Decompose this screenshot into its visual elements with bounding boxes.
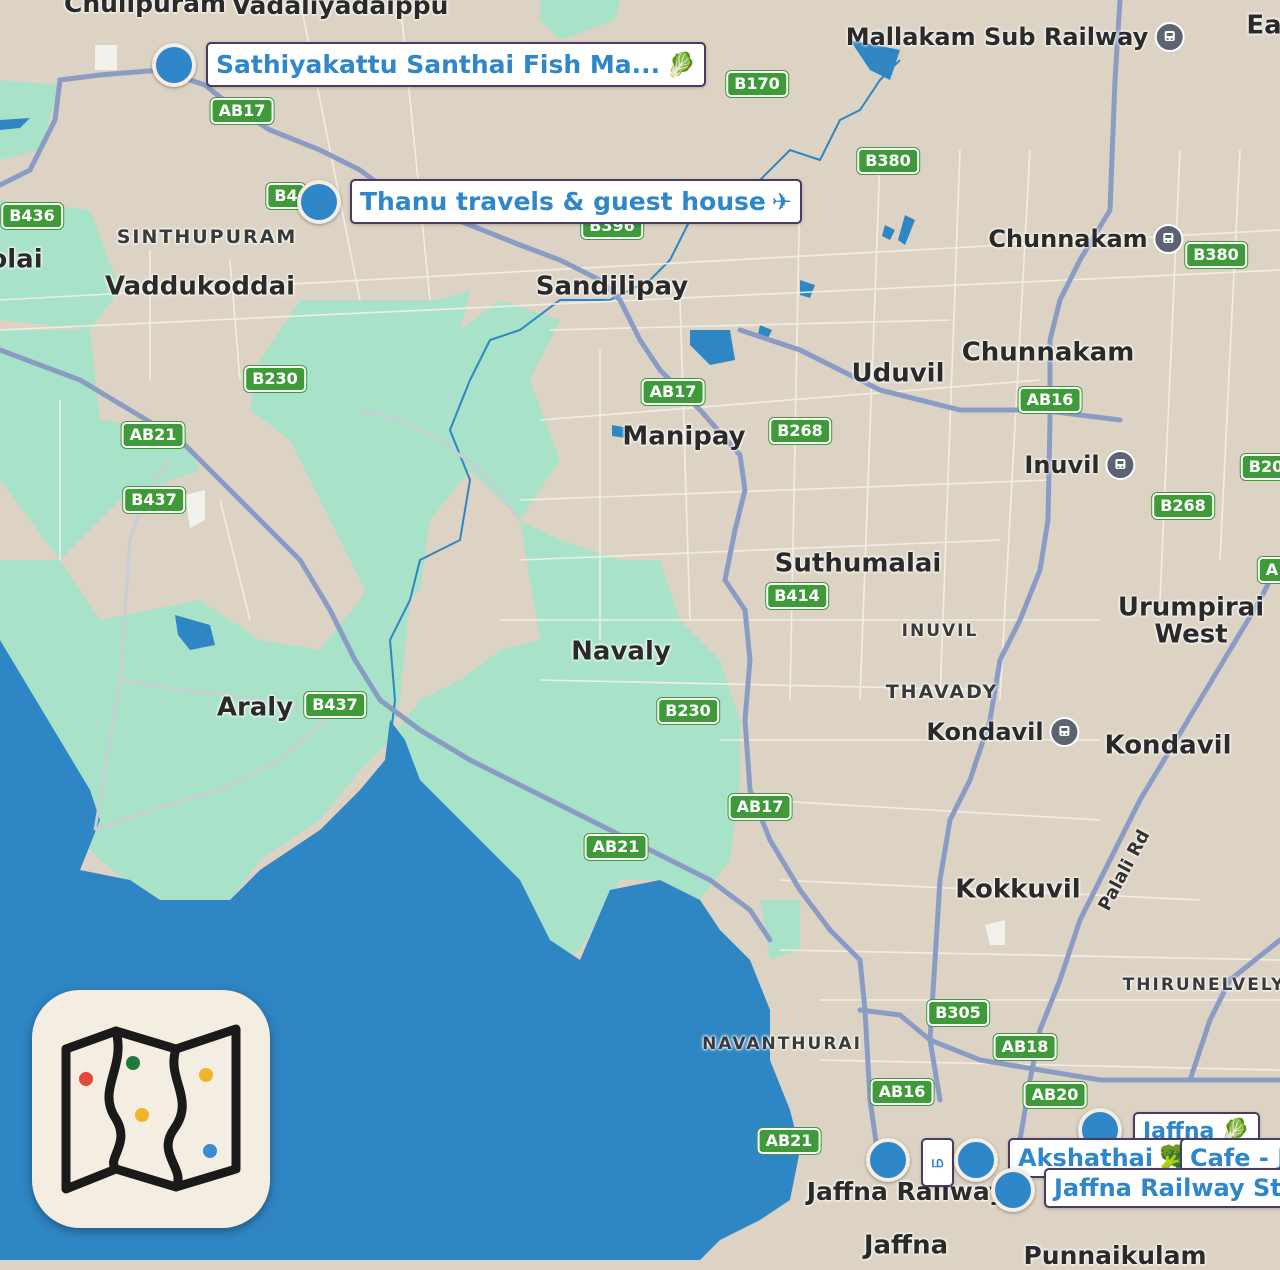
map-pin[interactable] — [152, 43, 196, 87]
map-pin[interactable] — [954, 1138, 998, 1182]
rail-label: Mallakam Sub Railway — [845, 23, 1149, 51]
pin-callout-small[interactable]: ம — [921, 1138, 954, 1187]
place-navanthurai: NAVANTHURAI — [702, 1034, 862, 1055]
place-olai: olai — [0, 244, 43, 275]
route-shield: AB17 — [727, 793, 793, 821]
rail-station-chunnakam[interactable]: Chunnakam — [988, 224, 1184, 254]
map-pin[interactable] — [297, 180, 341, 224]
folded-map-icon — [61, 1024, 241, 1194]
place-navaly: Navaly — [571, 636, 671, 667]
rail-station-inuvil[interactable]: Inuvil — [1024, 450, 1136, 480]
place-urumpirai-west: Urumpirai West — [1117, 592, 1265, 650]
place-jaffna: Jaffna — [863, 1230, 949, 1261]
place-chunnakam: Chunnakam — [961, 337, 1135, 368]
callout-label: ம — [931, 1152, 944, 1171]
rail-station-kondavil[interactable]: Kondavil — [926, 717, 1080, 747]
place-uduvil: Uduvil — [851, 358, 945, 389]
route-shield: B305 — [926, 999, 990, 1027]
route-shield: B20 — [1239, 453, 1280, 481]
route-shield: AB16 — [1017, 386, 1083, 414]
place-thirunelvely: THIRUNELVELY — [1122, 975, 1280, 996]
callout-label: Thanu travels & guest house — [360, 187, 766, 216]
route-shield: B268 — [768, 417, 832, 445]
train-icon — [1105, 450, 1136, 480]
route-shield: B268 — [1151, 492, 1215, 520]
route-shield: AB17 — [209, 97, 275, 125]
route-shield: AB21 — [120, 421, 186, 449]
train-icon — [1154, 22, 1185, 52]
place-ea: Ea — [1246, 10, 1280, 41]
route-shield: B380 — [1184, 241, 1248, 269]
route-shield: B170 — [725, 70, 789, 98]
place-manipay: Manipay — [622, 421, 746, 452]
route-shield: AB21 — [583, 833, 649, 861]
place-punnaikulam: Punnaikulam — [1023, 1240, 1207, 1270]
callout-label: Sathiyakattu Santhai Fish Ma... — [216, 50, 661, 79]
place-sandilipay: Sandilipay — [535, 271, 689, 302]
route-shield: B230 — [243, 365, 307, 393]
place-kokkuvil: Kokkuvil — [955, 874, 1081, 905]
place-vadaliyadaippu: Vadaliyadaippu — [231, 0, 449, 20]
pin-callout-jaffna-railway-station[interactable]: Jaffna Railway Stati — [1044, 1168, 1280, 1208]
place-chulipuram: Chulipuram — [63, 0, 227, 18]
route-shield: B380 — [856, 147, 920, 175]
route-shield: AB18 — [992, 1033, 1058, 1061]
place-jaffna-railway: Jaffna Railway — [806, 1176, 1006, 1206]
map-pin[interactable] — [991, 1168, 1035, 1212]
callout-label: Jaffna Railway Stati — [1054, 1174, 1280, 1202]
route-shield: B437 — [122, 486, 186, 514]
route-shield: A — [1256, 556, 1280, 584]
route-shield: B414 — [765, 582, 829, 610]
place-kondavil: Kondavil — [1104, 730, 1232, 761]
rail-label: Chunnakam — [988, 225, 1148, 253]
pin-callout-thanu-travels[interactable]: Thanu travels & guest house ✈ — [350, 179, 802, 224]
place-araly: Araly — [216, 692, 294, 723]
pin-callout-fish-market[interactable]: Sathiyakattu Santhai Fish Ma... 🥬 — [206, 42, 706, 87]
place-thavady: THAVADY — [885, 681, 999, 704]
place-sinthupuram: SINTHUPURAM — [116, 226, 298, 249]
route-shield: AB16 — [869, 1078, 935, 1106]
rail-station-mallakam[interactable]: Mallakam Sub Railway — [846, 22, 1185, 52]
map-app-icon[interactable] — [32, 990, 270, 1228]
vegetable-icon: 🥬 — [666, 50, 696, 79]
place-suthumalai: Suthumalai — [774, 548, 942, 579]
route-shield: AB20 — [1022, 1081, 1088, 1109]
route-shield: B437 — [303, 691, 367, 719]
route-shield: AB21 — [756, 1127, 822, 1155]
rail-label: Inuvil — [1024, 451, 1100, 479]
train-icon — [1153, 224, 1184, 254]
place-vaddukoddai: Vaddukoddai — [104, 271, 296, 302]
route-shield: B230 — [656, 697, 720, 725]
rail-label: Kondavil — [926, 718, 1044, 746]
route-shield: AB17 — [640, 378, 706, 406]
route-shield: B436 — [0, 202, 64, 230]
airplane-icon: ✈ — [771, 187, 792, 216]
place-inuvil: INUVIL — [901, 621, 979, 642]
train-icon — [1049, 717, 1080, 747]
map-pin[interactable] — [866, 1138, 910, 1182]
